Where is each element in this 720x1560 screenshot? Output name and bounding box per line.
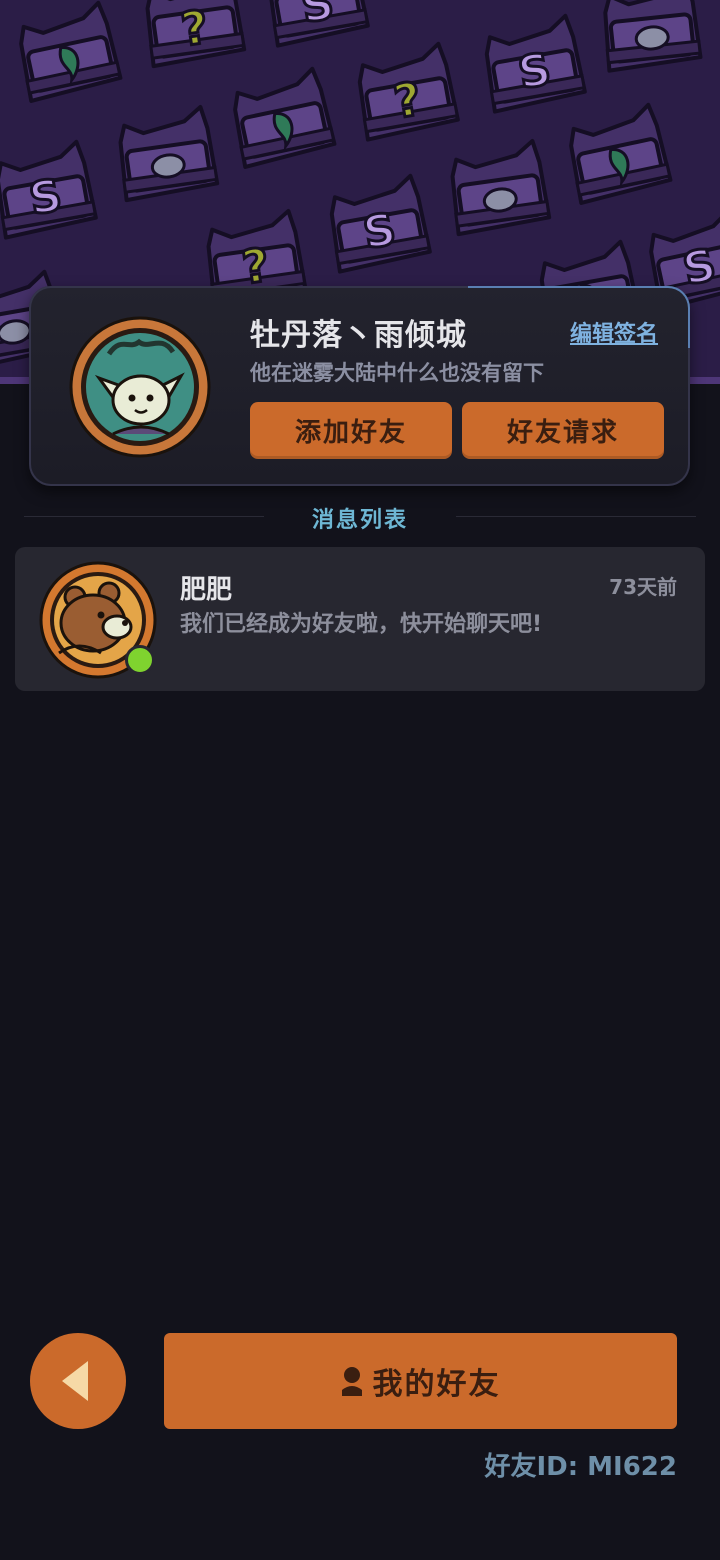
edit-signature-link[interactable]: 编辑签名 xyxy=(570,316,658,348)
cat-avatar[interactable] xyxy=(69,316,211,458)
friend-id: 好友ID: MI622 xyxy=(484,1452,677,1482)
add-friend-button[interactable]: 添加好友 xyxy=(250,402,452,459)
message-preview: 我们已经成为好友啦，快开始聊天吧! xyxy=(180,612,543,637)
list-item[interactable]: 肥肥 73天前 我们已经成为好友啦，快开始聊天吧! xyxy=(15,547,705,691)
profile-card: 牡丹落丶雨倾城 编辑签名 他在迷雾大陆中什么也没有留下 添加好友 好友请求 xyxy=(29,286,690,486)
friend-name: 肥肥 xyxy=(180,575,233,605)
my-friends-button[interactable]: 我的好友 xyxy=(164,1333,677,1429)
message-time: 73天前 xyxy=(609,575,677,599)
back-arrow-icon xyxy=(62,1361,88,1401)
friends-screen: S ? xyxy=(0,0,720,1560)
person-icon xyxy=(341,1367,362,1396)
back-button[interactable] xyxy=(30,1333,126,1429)
profile-signature: 他在迷雾大陆中什么也没有留下 xyxy=(250,361,544,385)
friend-request-button[interactable]: 好友请求 xyxy=(462,402,664,459)
my-friends-label: 我的好友 xyxy=(372,1367,501,1402)
online-status-icon xyxy=(125,645,155,675)
message-list-title: 消息列表 xyxy=(311,508,408,533)
profile-username: 牡丹落丶雨倾城 xyxy=(250,318,467,353)
